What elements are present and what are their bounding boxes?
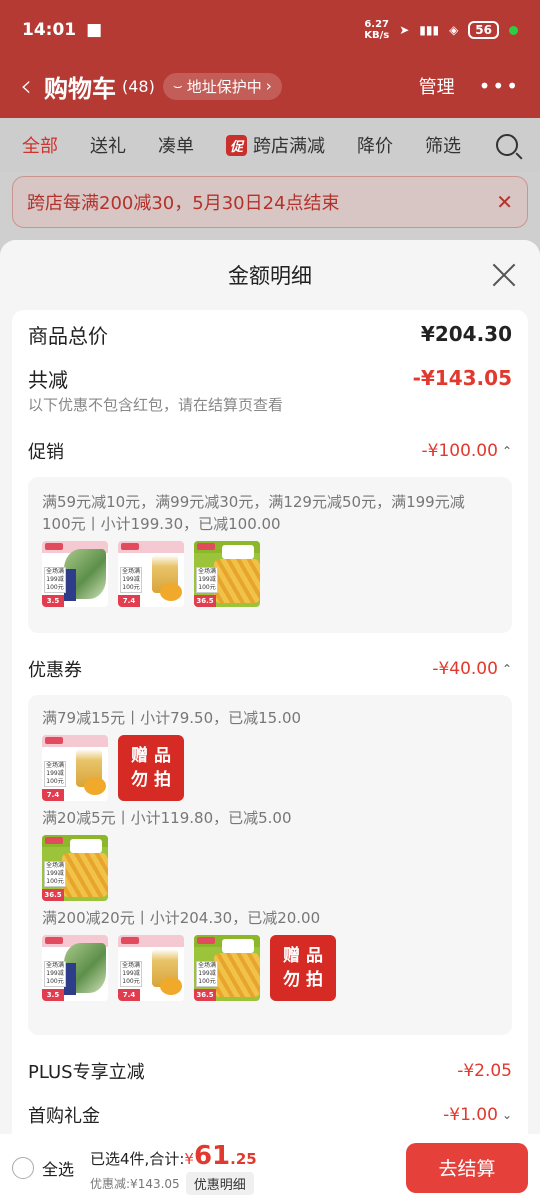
wifi-icon: ◈: [449, 23, 459, 37]
select-all-label[interactable]: 全选: [42, 1156, 74, 1180]
green-dot-icon: [509, 25, 518, 35]
plus-row: PLUS专享立减 -¥2.05: [28, 1049, 512, 1093]
gift-item-thumbnail[interactable]: 赠品 勿拍: [270, 935, 336, 1001]
reduction-value: -¥143.05: [412, 366, 512, 390]
chevron-right-icon: ›: [265, 77, 272, 95]
promotion-products: 全场满199减100元 3.5 全场满199减100元 7.4 全场满199减1…: [42, 541, 498, 607]
promotion-label: 促销: [28, 442, 64, 463]
close-icon[interactable]: ✕: [496, 190, 513, 214]
network-speed: 6.27 KB/s: [364, 19, 390, 41]
coupon-label: 优惠券: [28, 660, 82, 681]
manage-button[interactable]: 管理: [419, 73, 455, 99]
battery-icon: 56: [468, 21, 499, 39]
product-thumbnail[interactable]: 全场满199减100元 3.5: [42, 541, 108, 607]
promotion-row[interactable]: 促销 -¥100.00 ⌃: [28, 429, 512, 473]
status-time: 14:01: [22, 20, 77, 40]
smile-icon: ⌣: [172, 77, 183, 95]
promotion-value: -¥100.00: [421, 441, 498, 461]
back-arrow-icon[interactable]: ‹: [20, 69, 32, 104]
product-thumbnail[interactable]: 全场满199减100元 3.5: [42, 935, 108, 1001]
coupon-rule: 满79减15元丨小计79.50，已减15.00: [42, 709, 302, 727]
tab-gift[interactable]: 送礼: [90, 132, 126, 158]
reduction-label: 共减: [28, 367, 68, 392]
coupon-products: 全场满199减100元 7.4 赠品 勿拍: [42, 735, 498, 801]
plus-value: -¥2.05: [457, 1061, 512, 1081]
status-bar: 14:01 ■ 6.27 KB/s ➤ ▮▮▮ ◈ 56: [0, 0, 540, 60]
coupon-products: 全场满199减100元 3.5 全场满199减100元 7.4 全场满199减1…: [42, 935, 498, 1001]
total-value: ¥204.30: [420, 322, 512, 346]
reduction-note: 以下优惠不包含红包，请在结算页查看: [28, 396, 284, 414]
selected-count: 已选4件,合计:: [90, 1149, 185, 1168]
close-icon[interactable]: [492, 262, 516, 286]
gift-item-thumbnail[interactable]: 赠品 勿拍: [118, 735, 184, 801]
coupon-rule: 满20减5元丨小计119.80，已减5.00: [42, 809, 292, 827]
discount-detail-button[interactable]: 优惠明细: [185, 1171, 254, 1195]
promo-banner-text: 跨店每满200减30，5月30日24点结束: [27, 193, 340, 214]
coupon-rule: 满200减20元丨小计204.30，已减20.00: [42, 909, 321, 927]
tab-cross-store[interactable]: 促 跨店满减: [226, 132, 325, 158]
page-header: ‹ 购物车 (48) ⌣ 地址保护中 › 管理 •••: [0, 60, 540, 112]
amount-detail-sheet: 金额明细 商品总价 ¥204.30 共减 -¥143.05 以下优惠不包含红包，…: [0, 240, 540, 1134]
first-buy-value: -¥1.00: [443, 1105, 498, 1125]
more-icon[interactable]: •••: [479, 74, 520, 98]
page-title: 购物车: [44, 74, 116, 103]
status-icons: 6.27 KB/s ➤ ▮▮▮ ◈ 56: [364, 19, 518, 41]
chevron-up-icon: ⌃: [501, 662, 512, 676]
cart-count: (48): [122, 76, 155, 96]
promotion-rule: 满59元减10元，满99元减30元，满129元减50元，满199元减 100元丨…: [42, 493, 465, 533]
product-thumbnail[interactable]: 全场满199减100元 7.4: [42, 735, 108, 801]
chevron-down-icon: ⌄: [501, 1108, 512, 1122]
tab-combine[interactable]: 凑单: [158, 132, 194, 158]
checkout-bar: 全选 已选4件,合计: ¥ 61 .25 优惠减:¥143.05 优惠明细 去结…: [0, 1134, 540, 1201]
discount-amount: 优惠减:¥143.05: [90, 1176, 180, 1191]
notification-icon: ■: [86, 20, 103, 40]
chevron-up-icon: ⌃: [501, 444, 512, 458]
location-icon: ➤: [399, 23, 410, 37]
product-thumbnail[interactable]: 全场满199减100元 36.5: [194, 541, 260, 607]
product-thumbnail[interactable]: 全场满199减100元 7.4: [118, 541, 184, 607]
sheet-title: 金额明细: [228, 264, 312, 288]
tab-filter[interactable]: 筛选: [425, 132, 461, 158]
coupon-row[interactable]: 优惠券 -¥40.00 ⌃: [28, 647, 512, 691]
coupon-value: -¥40.00: [432, 659, 498, 679]
detail-card: 商品总价 ¥204.30 共减 -¥143.05 以下优惠不包含红包，请在结算页…: [12, 310, 528, 1134]
promotion-box: 满59元减10元，满99元减30元，满129元减50元，满199元减 100元丨…: [28, 477, 512, 633]
product-thumbnail[interactable]: 全场满199减100元 36.5: [194, 935, 260, 1001]
reduction-row: 共减 -¥143.05: [28, 358, 512, 398]
total-amount: 61: [193, 1140, 231, 1171]
promo-banner: 跨店每满200减30，5月30日24点结束 ✕: [12, 176, 528, 228]
product-thumbnail[interactable]: 全场满199减100元 36.5: [42, 835, 108, 901]
address-protection-chip[interactable]: ⌣ 地址保护中 ›: [162, 72, 282, 100]
checkout-button[interactable]: 去结算: [406, 1142, 528, 1193]
plus-label: PLUS专享立减: [28, 1062, 145, 1083]
coupon-box: 满79减15元丨小计79.50，已减15.00 全场满199减100元 7.4 …: [28, 695, 512, 1035]
tab-price-drop[interactable]: 降价: [357, 132, 393, 158]
promo-tag-icon: 促: [226, 134, 248, 156]
filter-tabs: 全部 送礼 凑单 促 跨店满减 降价 筛选: [0, 118, 540, 172]
search-icon[interactable]: [496, 134, 518, 156]
total-row: 商品总价 ¥204.30: [28, 310, 512, 358]
total-label: 商品总价: [28, 323, 108, 348]
tab-all[interactable]: 全部: [22, 132, 58, 158]
product-thumbnail[interactable]: 全场满199减100元 7.4: [118, 935, 184, 1001]
first-buy-row[interactable]: 首购礼金 -¥1.00 ⌄: [28, 1093, 512, 1134]
first-buy-label: 首购礼金: [28, 1106, 100, 1127]
coupon-products: 全场满199减100元 36.5: [42, 835, 498, 901]
sheet-header: 金额明细: [0, 240, 540, 310]
select-all-radio[interactable]: [12, 1156, 34, 1179]
total-summary: 已选4件,合计: ¥ 61 .25 优惠减:¥143.05 优惠明细: [90, 1140, 257, 1195]
signal-icon: ▮▮▮: [419, 23, 440, 37]
